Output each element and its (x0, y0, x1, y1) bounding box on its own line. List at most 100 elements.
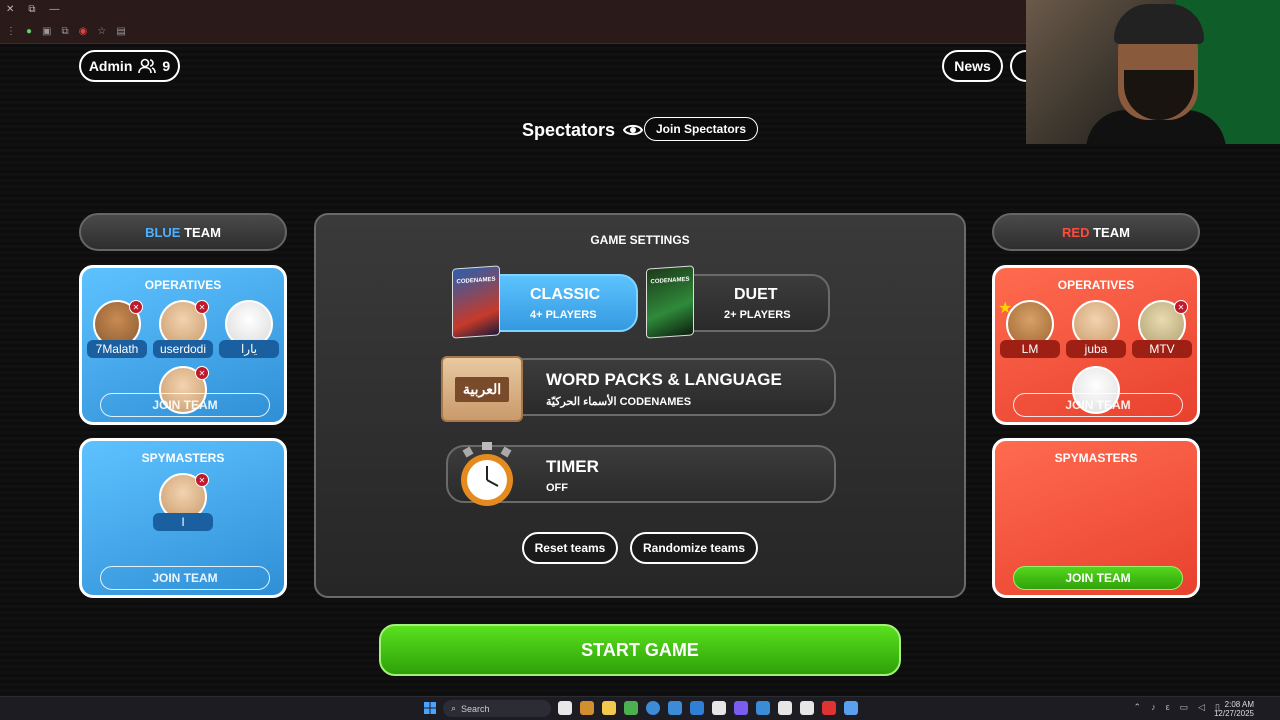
classic-label: CLASSIC (530, 286, 601, 303)
duet-box-art: CODENAMES (646, 265, 694, 339)
stopwatch-icon (461, 442, 513, 506)
spectators-label: Spectators (522, 119, 616, 140)
player-avatar[interactable]: ✕ 7Malath (87, 300, 147, 360)
taskbar-app-icon[interactable] (734, 701, 748, 715)
duet-sub: 2+ PLAYERS (724, 309, 791, 321)
taskbar-app-icon[interactable] (602, 701, 616, 715)
volume-icon[interactable]: ◁ (1198, 702, 1205, 713)
language-badge-text: العربية (454, 376, 510, 402)
classic-box-art: CODENAMES (452, 265, 500, 339)
taskbar: ⌕ Search ⌃ ♪ ε ▭ ◁ ▯ 2:08 AM 12/27/2025 (0, 696, 1280, 720)
puzzle-icon[interactable]: ▣ (42, 26, 51, 37)
taskbar-app-icon[interactable] (844, 701, 858, 715)
record-icon[interactable]: ◉ (79, 26, 88, 37)
wifi-off-icon: ✕ (195, 473, 209, 487)
wifi-off-icon: ✕ (195, 300, 209, 314)
player-avatar[interactable]: ★ LM (998, 300, 1060, 360)
search-label: Search (461, 703, 490, 714)
taskbar-app-icon[interactable] (712, 701, 726, 715)
join-spectators-button[interactable]: Join Spectators (644, 117, 758, 141)
restore-icon[interactable]: ⧉ (28, 4, 35, 15)
share-icon[interactable]: ⧉ (62, 26, 69, 37)
classic-sub: 4+ PLAYERS (530, 309, 597, 321)
webcam-overlay (1026, 0, 1280, 144)
tab-icon[interactable]: ▤ (116, 26, 125, 37)
spectators-row: Spectators (522, 118, 644, 142)
network-icon[interactable]: ▭ (1180, 702, 1189, 713)
classic-box-text: CODENAMES (456, 276, 496, 286)
red-spymasters-join-button[interactable]: JOIN TEAM (1013, 566, 1183, 590)
blue-team-title-rest: TEAM (180, 224, 221, 240)
wifi-off-icon: ✕ (195, 366, 209, 380)
admin-button[interactable]: Admin 9 (79, 50, 180, 82)
classic-mode-option[interactable]: CLASSIC 4+ PLAYERS (476, 274, 638, 332)
taskbar-app-icon[interactable] (668, 701, 682, 715)
chevron-up-icon[interactable]: ⌃ (1134, 702, 1142, 713)
minimize-icon[interactable]: — (50, 4, 60, 15)
windows-start-icon[interactable] (424, 702, 436, 714)
duet-label: DUET (734, 286, 778, 303)
game-settings-title: GAME SETTINGS (590, 233, 690, 247)
mic-icon[interactable]: ♪ (1151, 702, 1156, 713)
player-avatar[interactable]: ✕ userdodi (153, 300, 213, 360)
player-name: MTV (1132, 340, 1192, 358)
word-packs-sub: الأسماء الحركيّة CODENAMES (546, 396, 692, 408)
reset-teams-button[interactable]: Reset teams (522, 532, 618, 564)
player-avatar[interactable]: ✕ MTV (1132, 300, 1192, 360)
blue-spymasters-join-button[interactable]: JOIN TEAM (100, 566, 270, 590)
wifi-off-icon: ✕ (129, 300, 143, 314)
taskbar-app-icon[interactable] (756, 701, 770, 715)
player-avatar[interactable]: ✕ I (153, 473, 213, 533)
red-operatives-title: OPERATIVES (1057, 278, 1135, 292)
player-name: userdodi (153, 340, 213, 358)
word-packs-option[interactable]: WORD PACKS & LANGUAGE الأسماء الحركيّة C… (506, 358, 836, 416)
player-avatar[interactable]: juba (1066, 300, 1126, 360)
close-icon[interactable]: ✕ (6, 4, 14, 15)
taskbar-apps (558, 701, 858, 715)
duet-box-text: CODENAMES (650, 276, 690, 286)
taskbar-app-icon[interactable] (690, 701, 704, 715)
news-button[interactable]: News (942, 50, 1003, 82)
blue-spymasters-title: SPYMASTERS (141, 451, 225, 465)
start-game-button[interactable]: START GAME (379, 624, 901, 676)
extension-icon[interactable]: ● (26, 26, 32, 37)
word-packs-label: WORD PACKS & LANGUAGE (546, 370, 782, 389)
blue-operatives-title: OPERATIVES (144, 278, 222, 292)
taskbar-app-icon[interactable] (800, 701, 814, 715)
star-icon[interactable]: ☆ (97, 26, 106, 37)
star-icon: ★ (998, 300, 1013, 317)
randomize-teams-button[interactable]: Randomize teams (630, 532, 758, 564)
red-operatives-join-button[interactable]: JOIN TEAM (1013, 393, 1183, 417)
blue-team-header: BLUE TEAM (79, 213, 287, 251)
red-team-title-rest: TEAM (1089, 224, 1130, 240)
clock-date: 12/27/2025 (1213, 709, 1254, 718)
game-settings-panel: GAME SETTINGS CLASSIC 4+ PLAYERS CODENAM… (314, 213, 966, 598)
timer-label: TIMER (546, 457, 599, 476)
taskbar-app-icon[interactable] (580, 701, 594, 715)
language-icon[interactable]: ε (1166, 702, 1170, 713)
taskbar-clock[interactable]: 2:08 AM 12/27/2025 (1214, 700, 1254, 718)
player-avatar[interactable]: يارا (219, 300, 279, 360)
taskbar-search[interactable]: ⌕ Search (443, 700, 551, 717)
blue-operatives-card: OPERATIVES ✕ 7Malath ✕ userdodi يارا ✕ JOI… (79, 265, 287, 425)
eye-icon (623, 124, 644, 136)
game-lobby: Admin 9 News Spectators Join Spectators … (0, 0, 1280, 696)
blue-operatives-join-button[interactable]: JOIN TEAM (100, 393, 270, 417)
taskbar-app-icon[interactable] (778, 701, 792, 715)
taskbar-app-icon[interactable] (624, 701, 638, 715)
red-team-header: RED TEAM (992, 213, 1200, 251)
blue-spymasters-card: SPYMASTERS ✕ I JOIN TEAM (79, 438, 287, 598)
player-name: 7Malath (87, 340, 147, 358)
system-tray: ⌃ ♪ ε ▭ ◁ ▯ (1134, 702, 1220, 713)
taskbar-app-icon[interactable] (646, 701, 660, 715)
language-badge: العربية (441, 356, 523, 422)
wifi-off-icon: ✕ (1174, 300, 1188, 314)
red-spymasters-card: SPYMASTERS JOIN TEAM (992, 438, 1200, 598)
red-operatives-card: OPERATIVES ★ LM juba ✕ MTV JOIN TEAM (992, 265, 1200, 425)
player-name: يارا (219, 340, 279, 358)
taskbar-app-icon[interactable] (822, 701, 836, 715)
menu-dots-icon[interactable]: ⋮ (6, 26, 16, 37)
taskbar-app-icon[interactable] (558, 701, 572, 715)
clock-time: 2:08 AM (1224, 700, 1254, 709)
player-name: juba (1066, 340, 1126, 358)
